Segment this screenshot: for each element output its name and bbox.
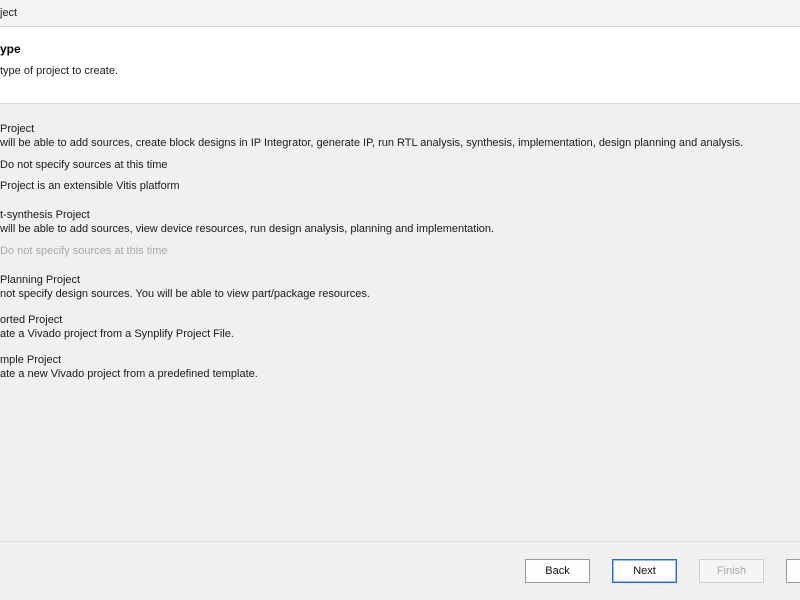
cancel-button-partial[interactable]	[786, 559, 800, 583]
finish-button[interactable]: Finish	[699, 559, 764, 583]
option-example-description: ate a new Vivado project from a predefin…	[0, 368, 258, 380]
option-post-synthesis-project[interactable]: t-synthesis Project	[0, 209, 90, 221]
option-example-project[interactable]: mple Project	[0, 354, 61, 366]
option-io-planning-project[interactable]: Planning Project	[0, 274, 80, 286]
title-bar: ject	[0, 0, 800, 27]
back-button[interactable]: Back	[525, 559, 590, 583]
checkbox-post-synth-no-sources[interactable]: Do not specify sources at this time	[0, 245, 168, 257]
option-rtl-project[interactable]: Project	[0, 123, 34, 135]
checkbox-rtl-no-sources[interactable]: Do not specify sources at this time	[0, 159, 168, 171]
option-imported-project[interactable]: orted Project	[0, 314, 62, 326]
option-rtl-project-description: will be able to add sources, create bloc…	[0, 137, 744, 149]
wizard-footer: Back Next Finish	[0, 541, 800, 600]
page-title: ype	[0, 42, 21, 56]
option-imported-description: ate a Vivado project from a Synplify Pro…	[0, 328, 234, 340]
project-type-options: Project will be able to add sources, cre…	[0, 104, 800, 541]
wizard-header: ype type of project to create.	[0, 27, 800, 104]
page-subtitle: type of project to create.	[0, 65, 119, 77]
option-post-synthesis-description: will be able to add sources, view device…	[0, 223, 495, 235]
window-title: ject	[0, 7, 18, 19]
checkbox-vitis-platform[interactable]: Project is an extensible Vitis platform	[0, 180, 180, 192]
next-button[interactable]: Next	[612, 559, 677, 583]
option-io-planning-description: not specify design sources. You will be …	[0, 288, 370, 300]
